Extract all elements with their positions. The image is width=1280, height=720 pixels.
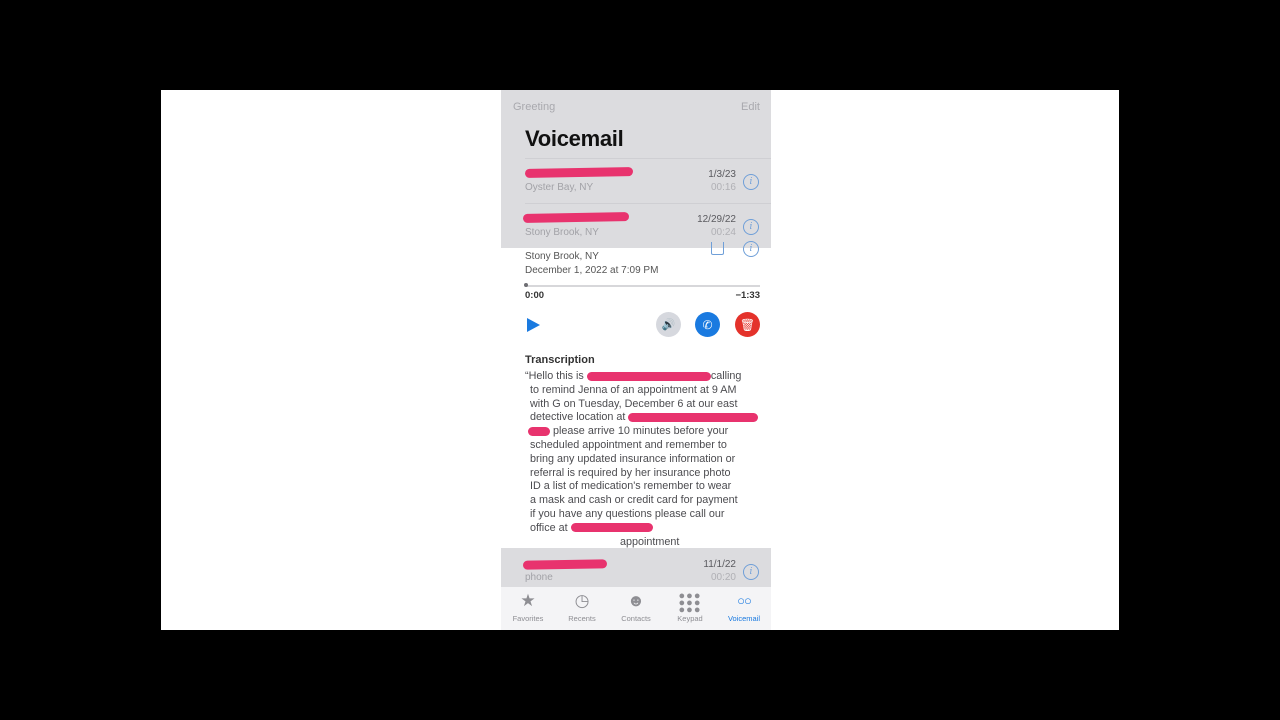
row-separator — [525, 158, 771, 159]
elapsed-time: 0:00 — [525, 290, 545, 301]
transcription-line: office at — [530, 521, 568, 534]
playback-scrubber[interactable] — [525, 285, 760, 287]
play-icon[interactable] — [527, 318, 540, 332]
tab-contacts[interactable]: ☻ Contacts — [609, 587, 663, 630]
tab-recents[interactable]: ◷ Recents — [555, 587, 609, 630]
voicemail-duration: 00:20 — [710, 572, 736, 583]
transcription-line: scheduled appointment and remember to — [530, 438, 727, 451]
voicemail-date: 12/29/22 — [697, 214, 736, 225]
voicemail-datetime: December 1, 2022 at 7:09 PM — [525, 265, 659, 276]
transcription-line: bring any updated insurance information … — [530, 452, 736, 465]
remaining-time: −1:33 — [735, 290, 760, 301]
transcription-line: calling — [710, 370, 742, 382]
phone-screen: Greeting Edit Voicemail Oyster Bay, NY 1… — [501, 90, 771, 630]
voicemail-subtitle: phone — [525, 572, 553, 583]
info-icon[interactable]: i — [743, 174, 759, 190]
transcription-line: to remind Jenna of an appointment at 9 A… — [530, 383, 737, 396]
voicemail-row[interactable]: Oyster Bay, NY 1/3/23 00:16 i — [501, 158, 771, 203]
voicemail-location: Oyster Bay, NY — [525, 182, 594, 193]
trash-icon: 🗑 — [739, 317, 756, 332]
scrubber-thumb[interactable] — [524, 283, 528, 287]
edit-button[interactable]: Edit — [741, 101, 760, 113]
redacted-caller-name — [522, 212, 630, 223]
tab-favorites[interactable]: ★ Favorites — [501, 587, 555, 630]
speaker-button[interactable]: 🔊 — [656, 312, 681, 337]
info-icon[interactable]: i — [743, 564, 759, 580]
voicemail-location: Stony Brook, NY — [525, 227, 599, 238]
voicemail-row[interactable]: Stony Brook, NY 12/29/22 00:24 i — [501, 203, 771, 248]
person-icon: ☻ — [627, 591, 645, 610]
tab-label: Keypad — [677, 614, 703, 623]
share-icon[interactable] — [711, 242, 724, 255]
info-icon[interactable]: i — [743, 219, 759, 235]
info-icon[interactable]: i — [743, 241, 759, 257]
redacted-text — [528, 426, 550, 436]
tab-label: Voicemail — [727, 614, 761, 623]
transcription-line: a mask and cash or credit card for payme… — [530, 494, 738, 507]
transcription-line: with G on Tuesday, December 6 at our eas… — [530, 397, 738, 410]
tab-label: Favorites — [512, 614, 544, 623]
expanded-voicemail: i Stony Brook, NY December 1, 2022 at 7:… — [501, 241, 771, 549]
tab-bar: ★ Favorites ◷ Recents ☻ Contacts ●●● ●●● ●… — [501, 586, 771, 630]
call-back-button[interactable]: ✆ — [695, 312, 720, 337]
voicemail-duration: 00:24 — [710, 227, 736, 238]
delete-button[interactable]: 🗑 — [735, 312, 760, 337]
redacted-text — [570, 523, 653, 533]
voicemail-row[interactable]: phone 11/1/22 00:20 i — [501, 548, 771, 586]
tab-label: Recents — [568, 614, 596, 623]
voicemail-duration: 00:16 — [710, 182, 736, 193]
tab-voicemail[interactable]: ○○ Voicemail — [717, 587, 771, 630]
clock-icon: ◷ — [574, 591, 590, 610]
transcription-line: ID a list of medication's remember to we… — [530, 480, 732, 493]
keypad-icon: ●●● ●●● ●●● — [678, 590, 702, 616]
transcription-line: “Hello this is — [525, 370, 584, 382]
transcription-text: “Hello this is calling to remind Jenna o… — [525, 370, 765, 549]
tab-keypad[interactable]: ●●● ●●● ●●● Keypad — [663, 587, 717, 630]
tab-label: Contacts — [621, 614, 651, 623]
speaker-icon: 🔊 — [661, 319, 676, 331]
voicemail-location: Stony Brook, NY — [525, 251, 599, 262]
redacted-text — [628, 413, 759, 423]
row-separator — [525, 203, 771, 204]
phone-icon: ✆ — [702, 317, 713, 332]
transcription-label: Transcription — [525, 354, 595, 366]
transcription-line: referral is required by her insurance ph… — [530, 466, 731, 479]
voicemail-icon: ○○ — [737, 593, 752, 608]
star-icon: ★ — [520, 591, 536, 610]
page-title: Voicemail — [525, 126, 624, 151]
transcription-line: please arrive 10 minutes before your — [553, 425, 729, 438]
voicemail-date: 11/1/22 — [703, 559, 736, 570]
redacted-text — [586, 371, 711, 381]
transcription-line: detective location at — [530, 411, 626, 424]
voicemail-date: 1/3/23 — [708, 169, 736, 180]
transcription-line: if you have any questions please call ou… — [530, 507, 725, 520]
redacted-caller-name — [524, 167, 634, 178]
greeting-button[interactable]: Greeting — [513, 101, 555, 113]
redacted-caller-name — [522, 559, 608, 570]
